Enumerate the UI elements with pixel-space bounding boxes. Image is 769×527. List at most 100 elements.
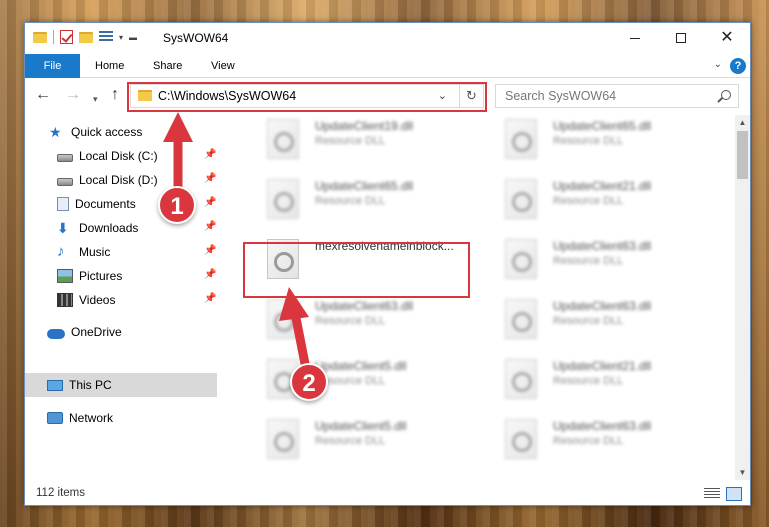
computer-icon xyxy=(47,379,63,391)
list-item[interactable]: UpdateClient21.dll Resource DLL xyxy=(485,175,713,225)
sidebar-item-label: Quick access xyxy=(71,125,143,139)
disk-icon xyxy=(57,153,73,162)
file-name: UpdateClient63.dll xyxy=(553,299,652,313)
expand-ribbon-icon[interactable]: ⌄ xyxy=(714,59,722,70)
search-input[interactable]: Search SysWOW64 xyxy=(505,89,616,103)
new-folder-icon[interactable] xyxy=(79,31,93,43)
file-name: UpdateClient5.dll xyxy=(315,419,407,433)
vertical-scrollbar[interactable]: ▲ ▼ xyxy=(735,115,750,480)
search-icon[interactable] xyxy=(721,90,731,100)
recent-locations-icon[interactable]: ▾ xyxy=(93,91,98,107)
sidebar-item-this-pc[interactable]: This PC xyxy=(47,374,112,396)
list-item[interactable]: UpdateClient65.dll Resource DLL xyxy=(247,175,475,225)
file-type: Resource DLL xyxy=(315,135,386,147)
window-title: SysWOW64 xyxy=(163,31,229,45)
properties-icon[interactable] xyxy=(99,31,113,43)
file-type: Resource DLL xyxy=(553,375,624,387)
list-item[interactable]: UpdateClient19.dll Resource DLL xyxy=(247,115,475,165)
sidebar-item-local-disk-c[interactable]: Local Disk (C:) xyxy=(57,145,158,167)
forward-arrow-icon[interactable]: → xyxy=(65,87,81,103)
sidebar-item-pictures[interactable]: Pictures xyxy=(57,265,122,287)
dll-file-icon xyxy=(505,299,537,339)
sidebar-item-videos[interactable]: Videos xyxy=(57,289,115,311)
folder-icon xyxy=(33,31,47,43)
disk-icon xyxy=(57,177,73,186)
dll-file-icon xyxy=(267,419,299,459)
file-type: Resource DLL xyxy=(315,195,386,207)
status-bar: 112 items xyxy=(25,482,750,505)
details-view-icon[interactable] xyxy=(704,488,720,500)
dll-file-icon xyxy=(505,239,537,279)
step-2-badge: 2 xyxy=(290,363,328,401)
file-name: UpdateClient65.dll xyxy=(553,119,652,133)
tab-file[interactable]: File xyxy=(25,54,80,78)
list-item[interactable]: UpdateClient63.dll Resource DLL xyxy=(485,295,713,345)
dll-file-icon xyxy=(505,419,537,459)
sidebar-item-quick-access[interactable]: ★ Quick access xyxy=(49,121,142,143)
pin-icon[interactable]: 📌 xyxy=(204,269,216,280)
file-name: UpdateClient19.dll xyxy=(315,119,414,133)
sidebar-item-label: Music xyxy=(79,245,111,259)
quick-access-toolbar: ▾ ▬ xyxy=(33,30,137,44)
window-controls: ✕ xyxy=(612,23,750,53)
dll-file-icon xyxy=(267,119,299,159)
tab-share[interactable]: Share xyxy=(143,54,192,78)
ribbon-tabs: File Home Share View ⌄ ? xyxy=(25,54,750,78)
large-icons-view-icon[interactable] xyxy=(726,487,742,501)
file-name: UpdateClient65.dll xyxy=(315,179,414,193)
maximize-icon xyxy=(676,33,686,43)
sidebar-item-documents[interactable]: Documents xyxy=(57,193,136,215)
scrollbar-thumb[interactable] xyxy=(737,131,748,179)
list-item[interactable]: UpdateClient5.dll Resource DLL xyxy=(247,355,475,405)
pin-icon[interactable]: 📌 xyxy=(204,197,216,208)
sidebar-item-network[interactable]: Network xyxy=(47,407,113,429)
up-arrow-icon[interactable]: ↑ xyxy=(111,87,119,103)
navigation-pane: ★ Quick access Local Disk (C:) 📌 Local D… xyxy=(25,115,219,480)
dll-file-icon xyxy=(267,179,299,219)
close-button[interactable]: ✕ xyxy=(704,23,750,53)
list-item[interactable]: UpdateClient65.dll Resource DLL xyxy=(485,115,713,165)
pin-icon[interactable]: 📌 xyxy=(204,149,216,160)
sidebar-item-label: Pictures xyxy=(79,269,123,283)
pin-icon[interactable]: 📌 xyxy=(204,173,216,184)
list-item[interactable]: UpdateClient63.dll Resource DLL xyxy=(247,295,475,345)
list-item[interactable]: UpdateClient63.dll Resource DLL xyxy=(485,415,713,465)
target-file-highlight xyxy=(243,242,470,298)
close-icon: ✕ xyxy=(720,29,734,46)
minimize-icon xyxy=(630,37,640,39)
search-box[interactable]: Search SysWOW64 xyxy=(495,84,739,108)
properties-check-icon[interactable] xyxy=(60,30,73,44)
pin-icon[interactable]: 📌 xyxy=(204,221,216,232)
maximize-button[interactable] xyxy=(658,23,704,53)
toolbar-menu-icon[interactable]: ▬ xyxy=(129,33,137,42)
scroll-up-icon[interactable]: ▲ xyxy=(735,115,750,130)
tab-view[interactable]: View xyxy=(201,54,245,78)
sidebar-item-label: Downloads xyxy=(79,221,139,235)
sidebar-item-label: This PC xyxy=(69,378,112,392)
sidebar-item-label: Local Disk (D:) xyxy=(79,173,158,187)
customize-toolbar-icon[interactable]: ▾ xyxy=(119,33,123,42)
list-item[interactable]: UpdateClient5.dll Resource DLL xyxy=(247,415,475,465)
music-icon: ♪ xyxy=(57,243,65,260)
toolbar-separator xyxy=(53,30,54,44)
scroll-down-icon[interactable]: ▼ xyxy=(735,465,750,480)
pin-icon[interactable]: 📌 xyxy=(204,293,216,304)
downloads-icon: ⬇ xyxy=(57,220,69,236)
documents-icon xyxy=(57,197,69,211)
list-item[interactable]: UpdateClient63.dll Resource DLL xyxy=(485,235,713,285)
sidebar-item-onedrive[interactable]: OneDrive xyxy=(47,321,122,343)
back-arrow-icon[interactable]: ← xyxy=(35,87,51,103)
file-explorer-window: ▾ ▬ SysWOW64 ✕ File Home Share View ⌄ ? … xyxy=(24,22,751,506)
file-type: Resource DLL xyxy=(553,255,624,267)
tab-home[interactable]: Home xyxy=(85,54,134,78)
sidebar-item-downloads[interactable]: ⬇ Downloads xyxy=(57,217,138,239)
file-type: Resource DLL xyxy=(315,435,386,447)
sidebar-item-local-disk-d[interactable]: Local Disk (D:) xyxy=(57,169,158,191)
list-item[interactable]: UpdateClient21.dll Resource DLL xyxy=(485,355,713,405)
sidebar-item-music[interactable]: ♪ Music xyxy=(57,241,110,263)
pin-icon[interactable]: 📌 xyxy=(204,245,216,256)
minimize-button[interactable] xyxy=(612,23,658,53)
videos-icon xyxy=(57,293,73,307)
help-button[interactable]: ? xyxy=(730,58,746,74)
network-icon xyxy=(47,412,63,424)
